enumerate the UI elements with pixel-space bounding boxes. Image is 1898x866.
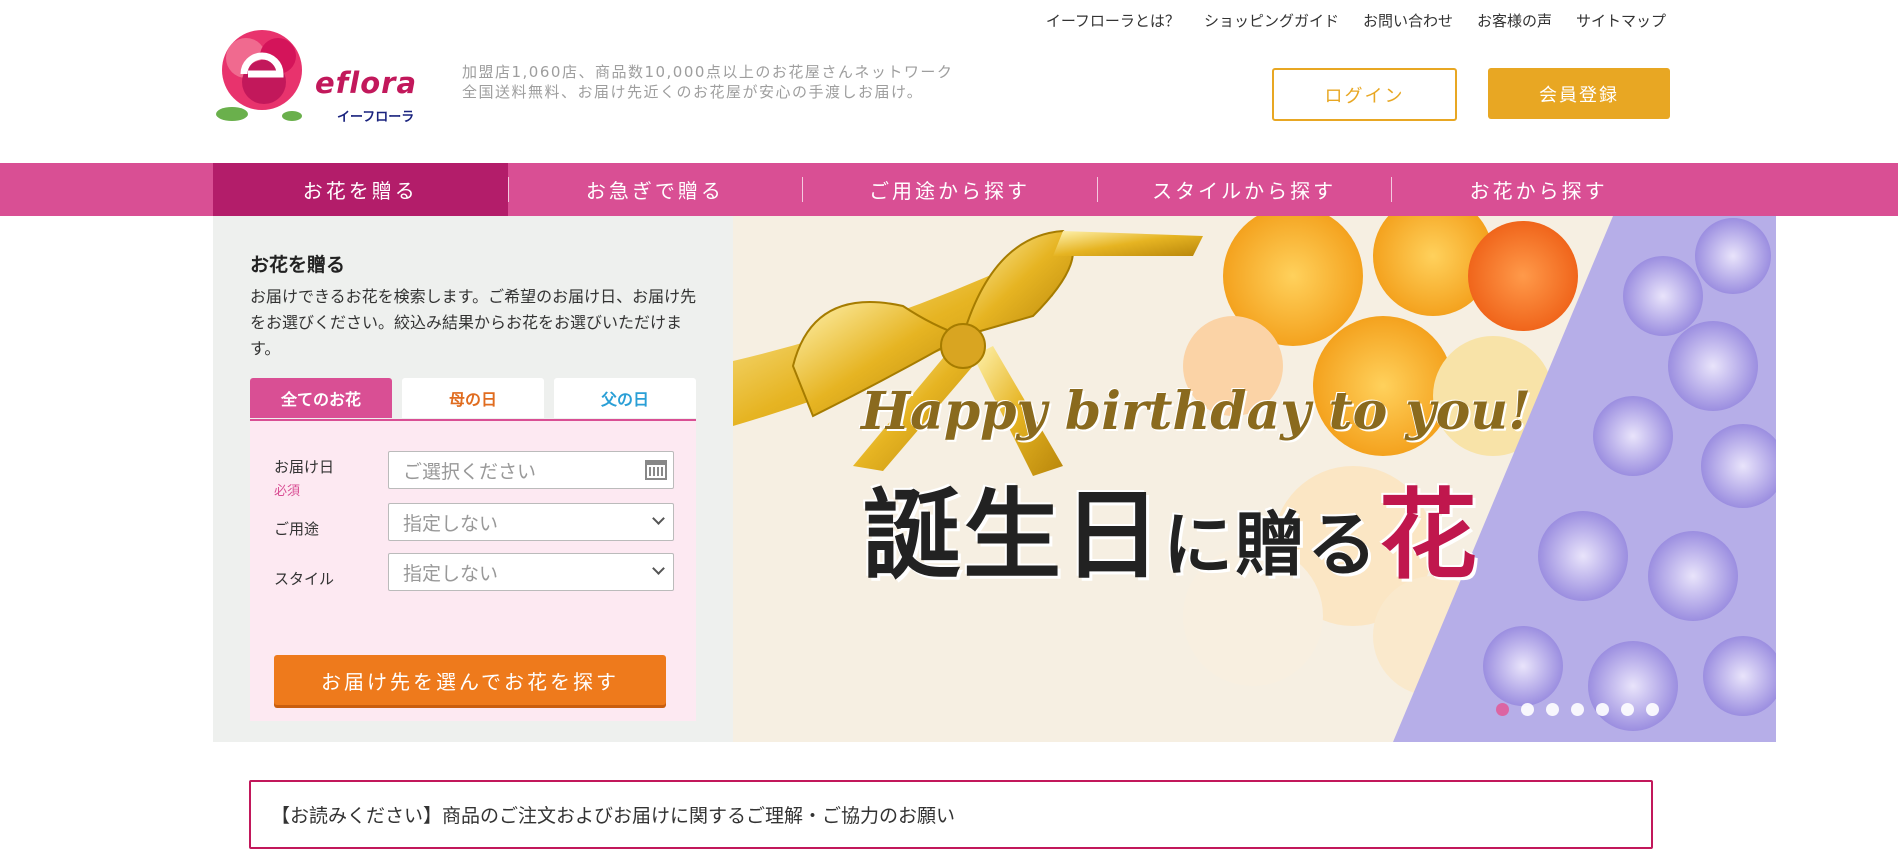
tagline: 加盟店1,060店、商品数10,000点以上のお花屋さんネットワーク 全国送料無… [462, 62, 953, 102]
required-badge: 必須 [274, 484, 301, 499]
tab-mothers-day[interactable]: 母の日 [402, 378, 544, 418]
banner-ja-part-3: 花 [1379, 478, 1480, 593]
rose-logo-icon [216, 30, 302, 121]
purpose-select[interactable]: 指定しない [388, 503, 674, 541]
carousel-dot[interactable] [1621, 703, 1634, 716]
carousel-dot[interactable] [1546, 703, 1559, 716]
banner-headline-en: Happy birthday to you! [861, 381, 1531, 442]
banner-ja-part-2: に贈る [1163, 503, 1380, 586]
banner-ja-part-1: 誕生日 [863, 478, 1164, 593]
register-button[interactable]: 会員登録 [1488, 68, 1670, 119]
notice-link[interactable]: 【お読みください】商品のご注文およびお届けに関するご理解・ご協力のお願い [249, 780, 1653, 849]
style-value: 指定しない [403, 562, 499, 585]
link-customer-voice[interactable]: お客様の声 [1477, 10, 1552, 31]
tab-all-flowers[interactable]: 全てのお花 [250, 378, 392, 418]
logo-subtitle: イーフローラ [337, 110, 415, 125]
link-about[interactable]: イーフローラとは？ [1046, 10, 1180, 31]
panel-title: お花を贈る [250, 254, 346, 276]
tab-fathers-day[interactable]: 父の日 [554, 378, 696, 418]
purpose-value: 指定しない [403, 512, 499, 535]
login-button[interactable]: ログイン [1272, 68, 1457, 121]
chevron-down-icon [652, 562, 665, 575]
carousel-dot[interactable] [1521, 703, 1534, 716]
search-form: お届け日 必須 ご選択ください ご用途 指定しない スタイル 指定しない お届け… [250, 421, 696, 721]
nav-by-purpose[interactable]: ご用途から探す [802, 163, 1097, 216]
banner-headline-ja: 誕生日に贈る花 [863, 456, 1479, 598]
search-submit-button[interactable]: お届け先を選んでお花を探す [274, 655, 666, 705]
link-contact[interactable]: お問い合わせ [1363, 10, 1453, 31]
tagline-line-1: 加盟店1,060店、商品数10,000点以上のお花屋さんネットワーク [462, 63, 954, 81]
panel-description: お届けできるお花を検索します。ご希望のお届け日、お届け先をお選びください。絞込み… [250, 287, 697, 358]
nav-by-style[interactable]: スタイルから探す [1096, 163, 1392, 216]
purpose-label: ご用途 [274, 520, 320, 538]
main-nav: お花を贈る お急ぎで贈る ご用途から探す スタイルから探す お花から探す [0, 163, 1898, 228]
nav-urgent[interactable]: お急ぎで贈る [507, 163, 803, 216]
search-tabs: 全てのお花 母の日 父の日 [250, 378, 696, 421]
style-select[interactable]: 指定しない [388, 553, 674, 591]
hero-banner[interactable]: Happy birthday to you! 誕生日に贈る花 [733, 216, 1776, 742]
logo-wordmark: eflora [315, 66, 418, 100]
carousel-dot[interactable] [1496, 703, 1509, 716]
search-panel: お花を贈る お届けできるお花を検索します。ご希望のお届け日、お届け先をお選びくだ… [213, 216, 733, 742]
link-sitemap[interactable]: サイトマップ [1576, 10, 1666, 31]
delivery-date-input[interactable]: ご選択ください [388, 451, 674, 489]
carousel-dots [1496, 703, 1659, 716]
calendar-icon[interactable] [645, 460, 667, 480]
tagline-line-2: 全国送料無料、お届け先近くのお花屋が安心の手渡しお届け。 [462, 83, 924, 101]
carousel-dot[interactable] [1596, 703, 1609, 716]
link-shopping-guide[interactable]: ショッピングガイド [1204, 10, 1339, 31]
chevron-down-icon [652, 512, 665, 525]
delivery-date-label: お届け日 [274, 458, 335, 476]
nav-by-flower[interactable]: お花から探す [1391, 163, 1686, 216]
carousel-dot[interactable] [1646, 703, 1659, 716]
style-label: スタイル [274, 570, 335, 588]
delivery-date-placeholder: ご選択ください [403, 460, 537, 483]
carousel-dot[interactable] [1571, 703, 1584, 716]
site-header: eflora イーフローラ 加盟店1,060店、商品数10,000点以上のお花屋… [0, 0, 1898, 163]
nav-send-flowers[interactable]: お花を贈る [213, 163, 508, 228]
top-links: イーフローラとは？ ショッピングガイド お問い合わせ お客様の声 サイトマップ [1046, 10, 1666, 31]
